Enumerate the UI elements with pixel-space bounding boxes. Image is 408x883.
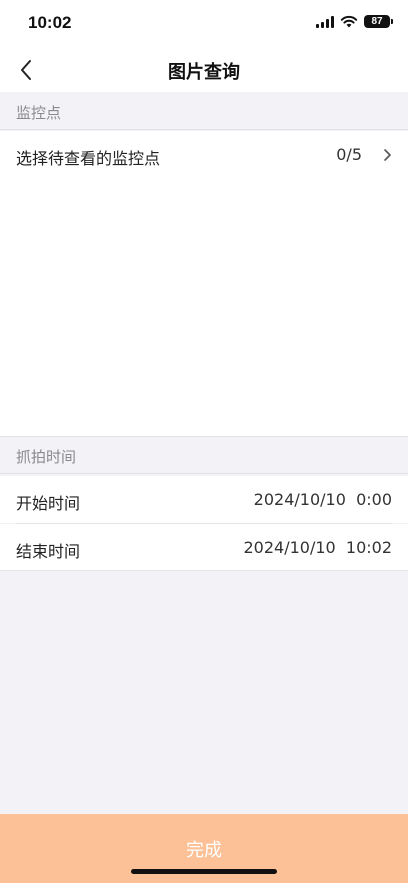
divider	[0, 570, 408, 571]
screen: 10:02 87 图片查询 监控点 选择待查看的监控点 0/5 抓拍时间 开始时…	[0, 0, 408, 883]
end-time-value: 2024/10/10 10:02	[243, 538, 393, 557]
section-header-monitor: 监控点	[0, 92, 408, 130]
done-button-label: 完成	[186, 840, 222, 861]
monitor-list-area	[0, 178, 408, 436]
chevron-right-icon	[384, 149, 391, 161]
wifi-icon	[340, 15, 358, 28]
status-time: 10:02	[28, 13, 72, 32]
select-monitor-label: 选择待查看的监控点	[16, 149, 161, 168]
status-icons: 87	[316, 15, 393, 28]
section-header-label: 抓拍时间	[16, 448, 77, 466]
start-time-row[interactable]: 开始时间 2024/10/10 0:00	[0, 476, 408, 523]
end-time-label: 结束时间	[16, 542, 81, 561]
end-time-row[interactable]: 结束时间 2024/10/10 10:02	[0, 524, 408, 571]
start-time-value: 2024/10/10 0:00	[253, 490, 392, 509]
start-time-label: 开始时间	[16, 494, 81, 513]
page-title: 图片查询	[168, 62, 240, 83]
home-indicator	[131, 869, 277, 874]
section-header-label: 监控点	[16, 104, 62, 122]
battery-icon: 87	[364, 15, 393, 28]
select-monitor-row[interactable]: 选择待查看的监控点 0/5	[0, 131, 408, 178]
section-header-capture-time: 抓拍时间	[0, 436, 408, 474]
signal-icon	[316, 15, 334, 28]
nav-bar: 图片查询	[0, 48, 408, 92]
monitor-count: 0/5	[336, 145, 362, 164]
status-bar: 10:02 87	[0, 0, 408, 48]
